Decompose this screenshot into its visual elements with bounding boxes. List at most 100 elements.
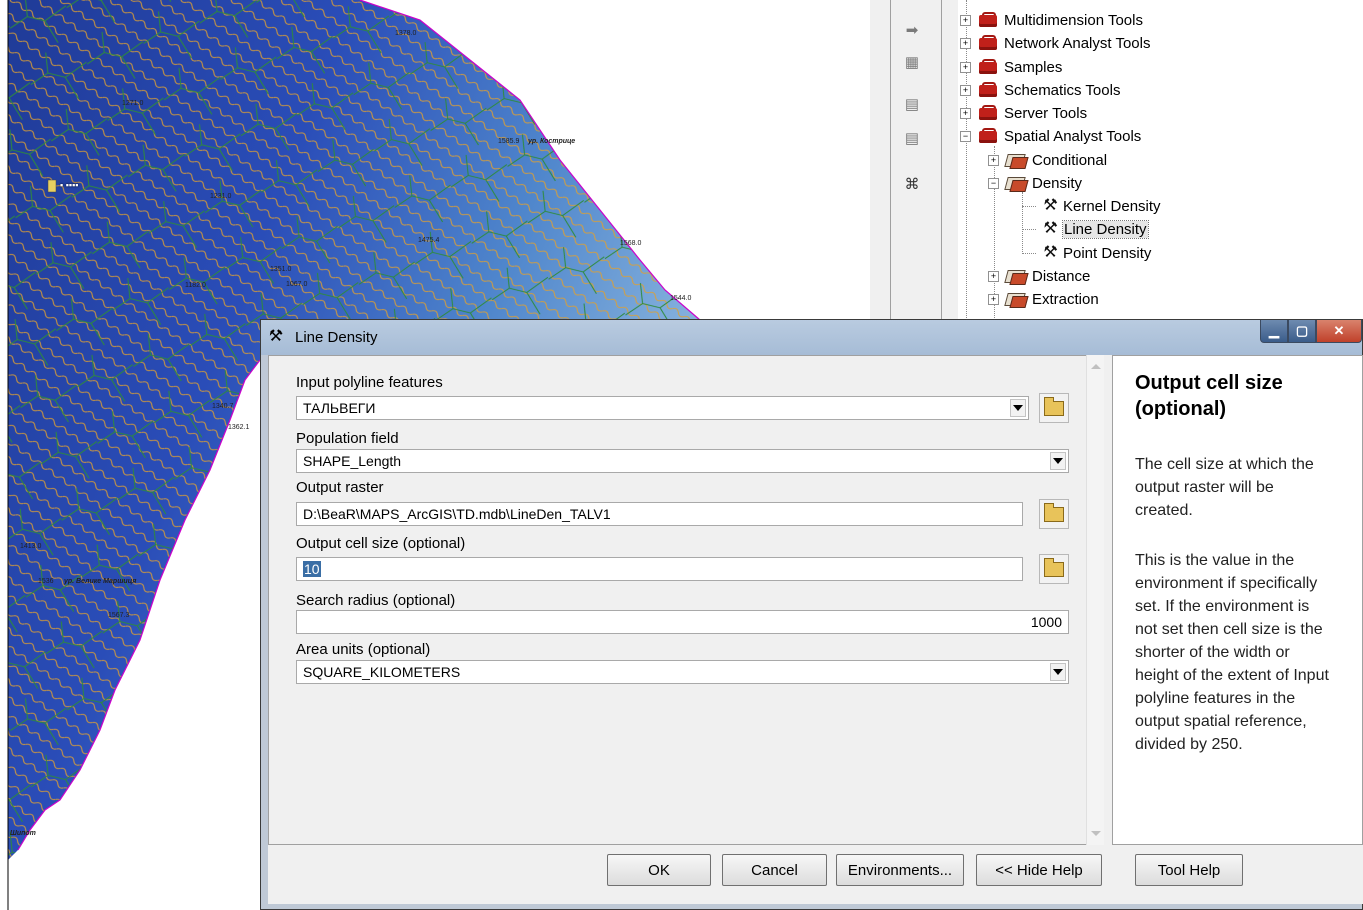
input-features-label: Input polyline features bbox=[296, 374, 443, 391]
search-radius-label: Search radius (optional) bbox=[296, 592, 456, 609]
toolbox-icon bbox=[977, 59, 999, 75]
toolset-icon bbox=[1004, 291, 1029, 308]
map-label-place: ур. Велике Маршиця bbox=[64, 578, 137, 585]
tree-item-extraction[interactable]: + Extraction bbox=[988, 289, 1099, 309]
scroll-up-icon[interactable] bbox=[1091, 364, 1101, 369]
output-raster-label: Output raster bbox=[296, 479, 384, 496]
chevron-down-icon[interactable] bbox=[1050, 452, 1066, 470]
folder-open-icon bbox=[1044, 557, 1064, 577]
scroll-down-icon[interactable] bbox=[1091, 831, 1101, 836]
expand-icon[interactable]: + bbox=[988, 293, 999, 305]
map-label-elevation: 1585.9 bbox=[498, 138, 520, 145]
binoculars-icon[interactable]: ⌘ bbox=[900, 172, 924, 196]
map-label-elevation: 1271.0 bbox=[122, 100, 144, 107]
cancel-button[interactable]: Cancel bbox=[722, 854, 827, 886]
expand-icon[interactable]: + bbox=[988, 270, 999, 282]
toolset-icon bbox=[1004, 268, 1029, 285]
tree-item-line-density[interactable]: ⚒ Line Density bbox=[1038, 219, 1149, 239]
population-field-label: Population field bbox=[296, 430, 399, 447]
dialog-titlebar[interactable]: ⚒ Line Density ▁ ▢ ✕ bbox=[261, 320, 1362, 355]
toolbox-icon bbox=[977, 12, 999, 28]
environments-button[interactable]: Environments... bbox=[836, 854, 964, 886]
tree-item-schematics-tools[interactable]: + Schematics Tools bbox=[960, 80, 1120, 100]
tree-item-multidimension-tools[interactable]: + Multidimension Tools bbox=[960, 10, 1143, 30]
expand-icon[interactable]: + bbox=[960, 61, 971, 73]
toolbar-divider bbox=[890, 0, 891, 320]
browse-cell-size-button[interactable] bbox=[1039, 554, 1069, 584]
toolbar-divider bbox=[941, 0, 942, 320]
map-label-elevation: 1362.1 bbox=[228, 424, 250, 431]
ok-button[interactable]: OK bbox=[607, 854, 711, 886]
expand-icon[interactable]: + bbox=[960, 37, 971, 49]
maximize-button[interactable]: ▢ bbox=[1288, 320, 1316, 343]
page-icon[interactable]: ▤ bbox=[900, 126, 924, 150]
tree-item-distance[interactable]: + Distance bbox=[988, 266, 1090, 286]
help-paragraph: The cell size at which the output raster… bbox=[1135, 456, 1314, 519]
page-icon[interactable]: ▤ bbox=[900, 92, 924, 116]
collapse-icon[interactable]: − bbox=[988, 177, 999, 189]
map-label-elevation: 1340.7 bbox=[212, 403, 234, 410]
map-label-elevation: 1067.0 bbox=[286, 281, 308, 288]
browse-output-button[interactable] bbox=[1039, 499, 1069, 529]
area-units-combo[interactable]: SQUARE_KILOMETERS bbox=[296, 660, 1069, 684]
search-radius-input[interactable]: 1000 bbox=[296, 610, 1069, 634]
toolset-icon bbox=[1004, 152, 1029, 169]
arrow-right-icon[interactable]: ➡ bbox=[900, 18, 924, 42]
cell-size-label: Output cell size (optional) bbox=[296, 535, 466, 552]
map-label-elevation: 1544.0 bbox=[670, 295, 692, 302]
tree-item-point-density[interactable]: ⚒ Point Density bbox=[1038, 243, 1152, 263]
population-field-combo[interactable]: SHAPE_Length bbox=[296, 449, 1069, 473]
cell-size-input[interactable]: 10 bbox=[296, 557, 1023, 581]
map-label-elevation: 1567.3 bbox=[108, 612, 130, 619]
help-paragraph: This is the value in the environment if … bbox=[1135, 552, 1329, 753]
hide-help-button[interactable]: << Hide Help bbox=[976, 854, 1102, 886]
area-units-label: Area units (optional) bbox=[296, 641, 431, 658]
tree-item-kernel-density[interactable]: ⚒ Kernel Density bbox=[1038, 196, 1161, 216]
dialog-body: Input polyline features ТАЛЬВЕГИ Populat… bbox=[268, 355, 1363, 904]
vertical-toolbar: ➡ ▦ ▤ ▤ ⌘ bbox=[870, 0, 958, 320]
arctoolbox-tree[interactable]: + Multidimension Tools + Network Analyst… bbox=[958, 0, 1363, 320]
tool-help-button[interactable]: Tool Help bbox=[1135, 854, 1243, 886]
table-icon[interactable]: ▦ bbox=[900, 50, 924, 74]
toolbox-icon bbox=[977, 82, 999, 98]
map-label-elevation: 1568.0 bbox=[620, 240, 642, 247]
chevron-down-icon[interactable] bbox=[1050, 663, 1066, 681]
map-label-place: ур. Кострице bbox=[528, 138, 576, 145]
hammer-icon: ⚒ bbox=[1043, 197, 1058, 214]
tree-item-samples[interactable]: + Samples bbox=[960, 57, 1062, 77]
expand-icon[interactable]: + bbox=[960, 14, 971, 26]
minimize-button[interactable]: ▁ bbox=[1260, 320, 1288, 343]
hammer-icon: ⚒ bbox=[1043, 244, 1058, 261]
help-panel: Output cell size (optional) The cell siz… bbox=[1112, 355, 1363, 845]
parameters-panel: Input polyline features ТАЛЬВЕГИ Populat… bbox=[268, 355, 1086, 845]
tree-item-density[interactable]: − Density bbox=[988, 173, 1082, 193]
chevron-down-icon[interactable] bbox=[1010, 399, 1026, 417]
map-label-elevation: 1182.0 bbox=[185, 282, 206, 289]
map-label-elevation: 1536 bbox=[38, 578, 54, 585]
browse-input-button[interactable] bbox=[1039, 393, 1069, 423]
output-raster-input[interactable]: D:\BeaR\MAPS_ArcGIS\TD.mdb\LineDen_TALV1 bbox=[296, 502, 1023, 526]
expand-icon[interactable]: + bbox=[960, 107, 971, 119]
map-label-elevation: 1378.0 bbox=[395, 30, 417, 37]
collapse-icon[interactable]: − bbox=[960, 130, 971, 142]
folder-open-icon bbox=[1044, 502, 1064, 522]
tree-item-server-tools[interactable]: + Server Tools bbox=[960, 103, 1087, 123]
close-button[interactable]: ✕ bbox=[1316, 320, 1362, 343]
input-features-combo[interactable]: ТАЛЬВЕГИ bbox=[296, 396, 1029, 420]
line-density-dialog: ⚒ Line Density ▁ ▢ ✕ Input polyline feat… bbox=[260, 319, 1363, 910]
tree-item-conditional[interactable]: + Conditional bbox=[988, 150, 1107, 170]
toolbox-icon bbox=[977, 105, 999, 121]
map-label-elevation: 1231.0 bbox=[210, 193, 232, 200]
hammer-icon: ⚒ bbox=[269, 328, 284, 345]
parameters-scrollbar[interactable] bbox=[1086, 355, 1104, 845]
expand-icon[interactable]: + bbox=[960, 84, 971, 96]
tree-item-spatial-analyst-tools[interactable]: − Spatial Analyst Tools bbox=[960, 126, 1141, 146]
hammer-icon: ⚒ bbox=[1043, 220, 1058, 237]
folder-open-icon bbox=[1044, 396, 1064, 416]
help-title: Output cell size (optional) bbox=[1135, 372, 1283, 420]
toolbox-icon bbox=[977, 128, 999, 144]
map-label-settlement: ▪ ▪▪▪▪ bbox=[60, 180, 79, 190]
expand-icon[interactable]: + bbox=[988, 154, 999, 166]
tree-item-network-analyst-tools[interactable]: + Network Analyst Tools bbox=[960, 33, 1150, 53]
toolset-icon bbox=[1004, 175, 1029, 192]
